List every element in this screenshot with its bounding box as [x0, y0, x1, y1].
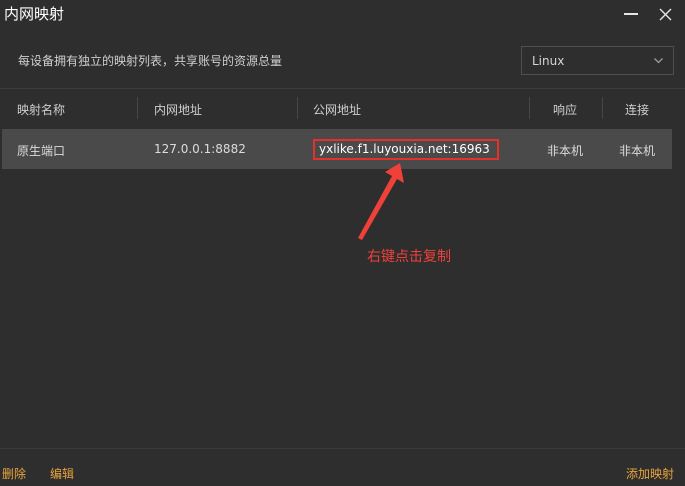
annotation-text: 右键点击复制	[367, 249, 451, 265]
column-header-response[interactable]: 响应	[553, 101, 577, 118]
column-divider[interactable]	[297, 97, 298, 119]
add-mapping-button[interactable]: 添加映射	[626, 465, 674, 482]
column-header-internal[interactable]: 内网地址	[154, 101, 202, 118]
platform-select[interactable]: Linux	[521, 46, 674, 75]
table-row[interactable]: 原生端口 127.0.0.1:8882 yxlike.f1.luyouxia.n…	[2, 129, 672, 169]
table-header: 映射名称 内网地址 公网地址 响应 连接	[0, 88, 685, 128]
close-icon	[659, 8, 671, 20]
column-divider[interactable]	[137, 97, 138, 119]
column-divider[interactable]	[602, 97, 603, 119]
minimize-button[interactable]	[618, 2, 644, 26]
title-bar: 内网映射	[0, 0, 685, 28]
delete-button[interactable]: 删除	[2, 465, 26, 482]
footer-divider	[0, 448, 685, 449]
cell-name: 原生端口	[17, 144, 66, 158]
cell-response: 非本机	[547, 144, 584, 158]
column-header-connection[interactable]: 连接	[625, 101, 649, 118]
column-header-name[interactable]: 映射名称	[17, 101, 65, 118]
cell-connection: 非本机	[619, 144, 656, 158]
annotation-arrow-icon	[358, 163, 404, 240]
cell-public-address[interactable]: yxlike.f1.luyouxia.net:16963	[313, 139, 499, 160]
chevron-down-icon	[654, 58, 663, 64]
column-divider[interactable]	[529, 97, 530, 119]
cell-internal-address: 127.0.0.1:8882	[154, 142, 246, 156]
window-title: 内网映射	[4, 5, 65, 23]
description-text: 每设备拥有独立的映射列表，共享账号的资源总量	[18, 54, 283, 68]
edit-button[interactable]: 编辑	[50, 465, 74, 482]
column-header-public[interactable]: 公网地址	[313, 101, 361, 118]
minimize-icon	[624, 13, 638, 15]
platform-select-value: Linux	[532, 53, 565, 68]
close-button[interactable]	[652, 2, 678, 26]
